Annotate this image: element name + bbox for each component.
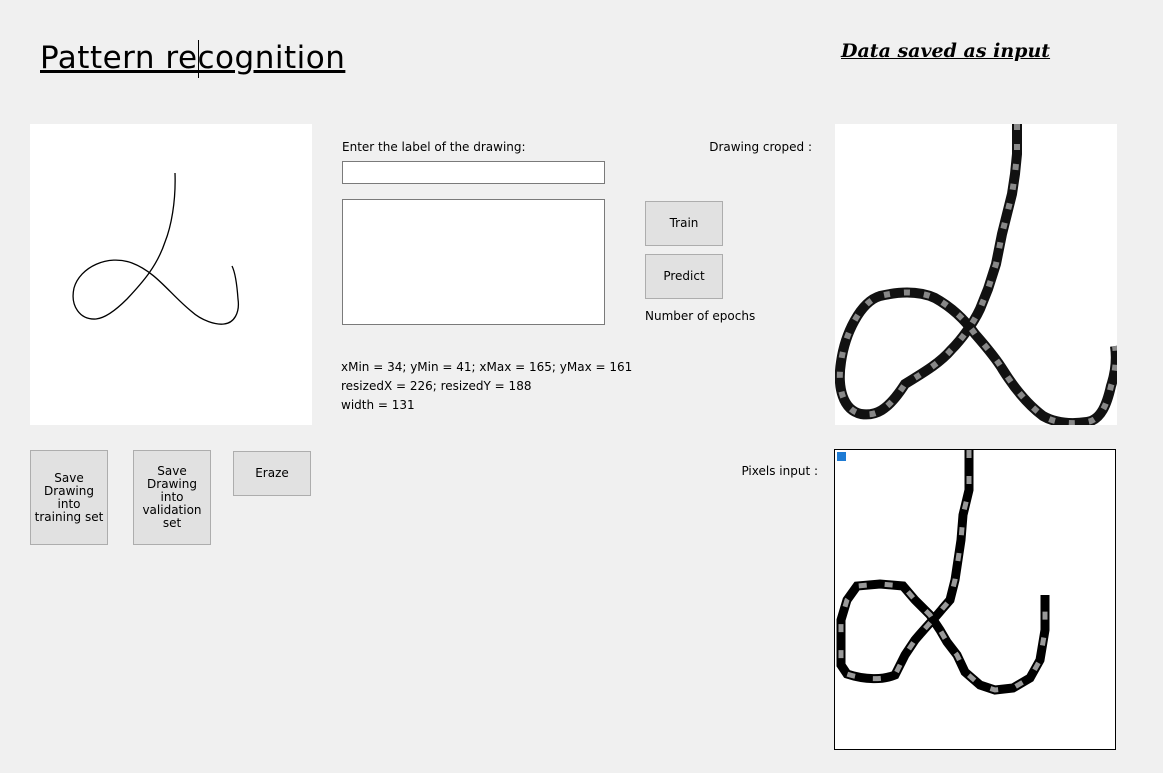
text-caret	[198, 40, 199, 78]
label-input[interactable]	[342, 161, 605, 184]
pixels-input-grid	[834, 449, 1116, 750]
drawing-cropped-label: Drawing croped :	[709, 140, 812, 154]
output-textarea[interactable]	[342, 199, 605, 325]
cropped-stroke	[835, 124, 1117, 425]
erase-button[interactable]: Eraze	[233, 451, 311, 496]
saved-data-title: Data saved as input	[841, 40, 1051, 62]
drawing-stroke	[72, 172, 240, 325]
drawing-canvas[interactable]	[30, 124, 312, 425]
selected-pixel	[837, 452, 846, 461]
save-validation-button[interactable]: Save Drawing into validation set	[133, 450, 211, 545]
resized-line: resizedX = 226; resizedY = 188	[341, 379, 532, 393]
pixels-input-label: Pixels input :	[741, 464, 818, 478]
bounds-stats: xMin = 34; yMin = 41; xMax = 165; yMax =…	[341, 358, 632, 415]
width-line: width = 131	[341, 398, 415, 412]
page-title: Pattern recognition	[40, 40, 346, 76]
predict-button[interactable]: Predict	[645, 254, 723, 299]
label-prompt: Enter the label of the drawing:	[342, 140, 526, 154]
train-button[interactable]: Train	[645, 201, 723, 246]
cropped-drawing	[835, 124, 1117, 425]
save-training-button[interactable]: Save Drawing into training set	[30, 450, 108, 545]
bounds-line: xMin = 34; yMin = 41; xMax = 165; yMax =…	[341, 360, 633, 374]
epochs-label: Number of epochs	[645, 309, 756, 323]
pixels-stroke	[836, 450, 1050, 695]
